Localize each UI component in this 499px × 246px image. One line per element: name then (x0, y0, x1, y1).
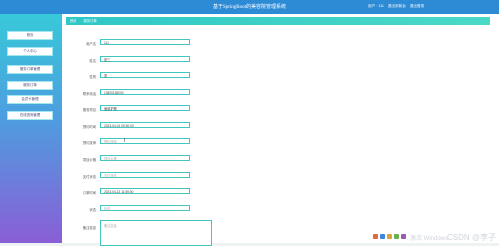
gender-field[interactable]: 男 (100, 72, 190, 78)
tray-icons (373, 234, 406, 239)
tray-app-icon[interactable] (394, 234, 399, 239)
top-bar: 基于SpringBoot的美容院管理系统 用户 · 111 退出到前台 退出登录 (0, 0, 499, 14)
logout-link[interactable]: 退出登录 (410, 4, 424, 9)
username-field[interactable]: 111 (100, 39, 190, 45)
technician-field[interactable]: 预约技师 (100, 138, 190, 144)
watermark: CSDN @李子 (446, 233, 496, 242)
name-field[interactable]: 张三 (100, 56, 190, 62)
appointment-time-field[interactable]: 2023-04-01 09:30:00 (100, 122, 190, 128)
field-label-name: 姓名 (89, 59, 96, 63)
sidebar-item-orders[interactable]: 服务订单 (7, 81, 53, 90)
sidebar-item-profile[interactable]: 个人中心 (7, 47, 53, 56)
field-label-phone: 联系电话 (82, 92, 96, 96)
tray-app-icon[interactable] (373, 234, 378, 239)
breadcrumb-home[interactable]: 首页 (70, 19, 77, 23)
field-label-gender: 性别 (89, 75, 96, 79)
front-link[interactable]: 退出到前台 (388, 4, 406, 9)
phone-field[interactable]: 13800138000 (100, 89, 190, 95)
sidebar-item-membership[interactable]: 会员卡管理 (7, 95, 53, 104)
breadcrumb: 首页 服务订单 (66, 17, 490, 25)
field-label-price: 项目价格 (82, 158, 96, 162)
order-time-field[interactable]: 2023-04-13 11:55:00 (100, 188, 190, 194)
user-links: 用户 · 111 退出到前台 退出登录 (368, 4, 424, 9)
text-cursor-icon: Ι (124, 138, 126, 144)
main-content: 首页 服务订单 用户名 111 姓名 张三 性别 男 联系电话 13800138… (62, 14, 499, 246)
tray-app-icon[interactable] (387, 234, 392, 239)
price-field[interactable]: 项目价格 (100, 155, 190, 161)
user-label: 用户 · 111 (368, 4, 384, 8)
service-field[interactable]: 面部护理 (100, 105, 190, 111)
field-label-username: 用户名 (86, 42, 96, 46)
pay-status-field[interactable]: 支付状态 (100, 172, 190, 178)
sidebar-item-home[interactable]: 首页 (7, 31, 53, 40)
breadcrumb-current: 服务订单 (83, 19, 97, 23)
field-label-service: 服务项目 (82, 108, 96, 112)
tray-app-icon[interactable] (401, 234, 406, 239)
sidebar-item-order-manage[interactable]: 服务订单管理 (7, 65, 53, 74)
remark-textarea[interactable]: 备注信息 (100, 220, 212, 246)
sidebar: 首页 个人中心 服务订单管理 服务订单 会员卡管理 在线咨询管理 (0, 14, 62, 243)
field-label-appointment-time: 预约时间 (82, 125, 96, 129)
status-field[interactable]: 状态 (100, 205, 190, 211)
field-label-remark: 备注信息 (82, 226, 96, 230)
field-label-technician: 预约技师 (82, 141, 96, 145)
tray-app-icon[interactable] (380, 234, 385, 239)
activate-windows-text: 激活 Windows (410, 236, 449, 242)
field-label-order-time: 订单时间 (82, 191, 96, 195)
field-label-status: 状态 (89, 208, 96, 212)
field-label-pay-status: 支付状态 (82, 175, 96, 179)
sidebar-item-consult[interactable]: 在线咨询管理 (7, 111, 53, 120)
